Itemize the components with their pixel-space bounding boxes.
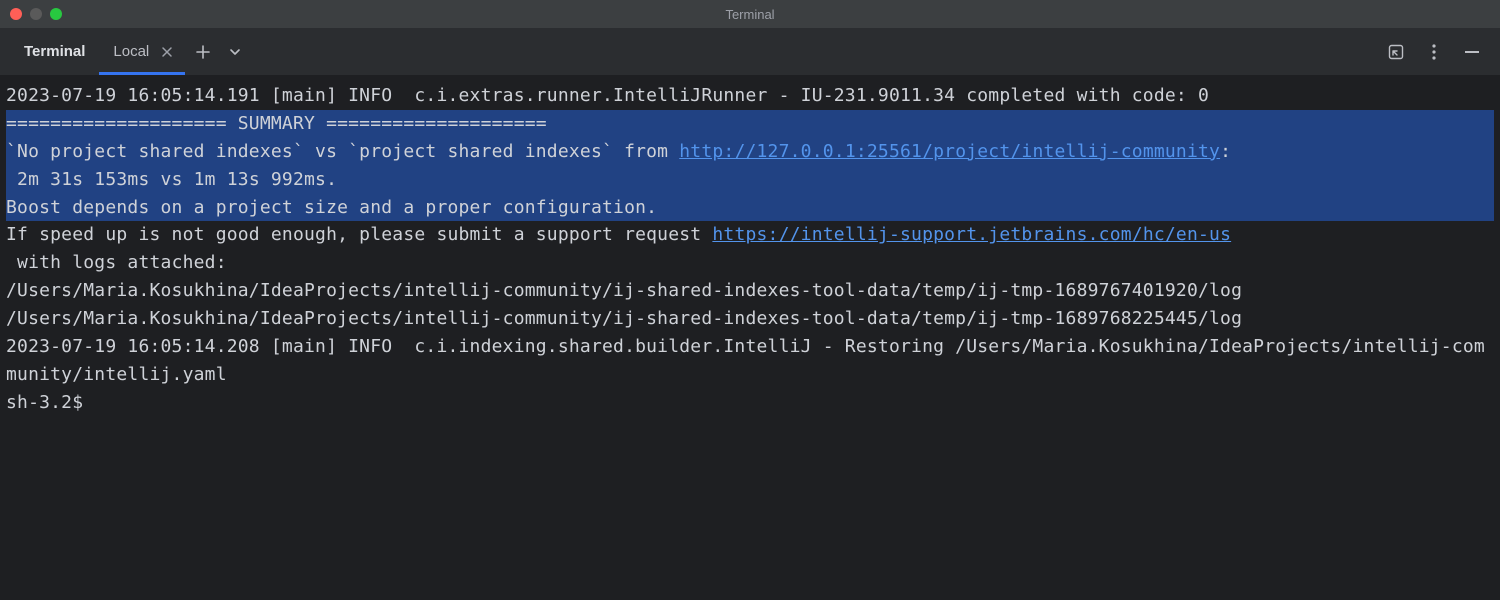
hide-toolwindow-icon[interactable] [1462, 42, 1482, 62]
log-line: 2023-07-19 16:05:14.191 [main] INFO c.i.… [6, 82, 1494, 110]
compare-text: `No project shared indexes` vs `project … [6, 141, 679, 162]
restore-line: 2023-07-19 16:05:14.208 [main] INFO c.i.… [6, 333, 1494, 389]
options-icon[interactable] [1424, 42, 1444, 62]
tab-dropdown-button[interactable] [221, 38, 249, 66]
summary-boost-line: Boost depends on a project size and a pr… [6, 194, 1494, 222]
terminal-tabbar: Terminal Local [0, 28, 1500, 76]
support-line: If speed up is not good enough, please s… [6, 221, 1494, 249]
window-minimize-button[interactable] [30, 8, 42, 20]
terminal-output[interactable]: 2023-07-19 16:05:14.191 [main] INFO c.i.… [0, 76, 1500, 423]
support-text: If speed up is not good enough, please s… [6, 224, 712, 245]
move-to-editor-icon[interactable] [1386, 42, 1406, 62]
with-logs-line: with logs attached: [6, 249, 1494, 277]
project-url-link[interactable]: http://127.0.0.1:25561/project/intellij-… [679, 141, 1220, 162]
window-controls [0, 8, 62, 20]
prompt-text: sh-3.2$ [6, 392, 94, 413]
summary-compare-line: `No project shared indexes` vs `project … [6, 138, 1494, 166]
cursor [94, 393, 96, 413]
toolwindow-title[interactable]: Terminal [10, 28, 99, 75]
support-url-link[interactable]: https://intellij-support.jetbrains.com/h… [712, 224, 1231, 245]
window-title: Terminal [725, 7, 774, 22]
window-titlebar: Terminal [0, 0, 1500, 28]
tab-local[interactable]: Local [99, 28, 185, 75]
log-path-1: /Users/Maria.Kosukhina/IdeaProjects/inte… [6, 277, 1494, 305]
window-close-button[interactable] [10, 8, 22, 20]
tab-label: Local [113, 43, 149, 60]
toolwindow-actions [1386, 42, 1490, 62]
window-maximize-button[interactable] [50, 8, 62, 20]
new-tab-button[interactable] [189, 38, 217, 66]
log-path-2: /Users/Maria.Kosukhina/IdeaProjects/inte… [6, 305, 1494, 333]
summary-timing-line: 2m 31s 153ms vs 1m 13s 992ms. [6, 166, 1494, 194]
compare-colon: : [1220, 141, 1231, 162]
shell-prompt[interactable]: sh-3.2$ [6, 389, 1494, 417]
summary-header: ==================== SUMMARY ===========… [6, 110, 1494, 138]
close-tab-icon[interactable] [159, 44, 175, 60]
